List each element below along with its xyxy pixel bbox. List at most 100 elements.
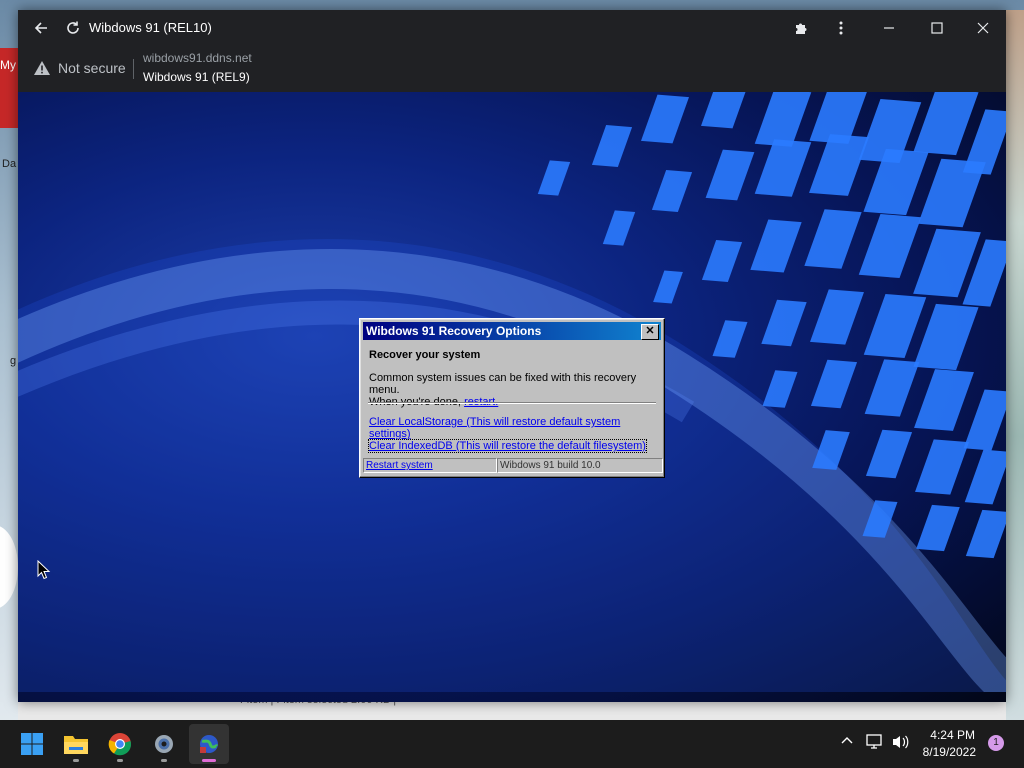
- wallpaper-tile: [964, 449, 1006, 505]
- wallpaper-tile: [712, 320, 748, 358]
- desktop-partial-label: My: [0, 58, 16, 72]
- wallpaper-tile: [754, 139, 812, 197]
- desktop-partial-label-da: Da: [2, 158, 17, 170]
- taskbar-chrome[interactable]: [100, 724, 140, 764]
- folder-icon: [64, 736, 88, 754]
- wallpaper-tile: [640, 94, 690, 144]
- address-divider: [133, 59, 134, 79]
- dialog-body-line1: Common system issues can be fixed with t…: [369, 372, 637, 396]
- wallpaper-tile: [537, 160, 571, 196]
- window-titlebar[interactable]: Wibdows 91 (REL10): [18, 10, 1006, 46]
- wallpaper-tile: [810, 359, 858, 409]
- wallpaper-tile: [762, 370, 798, 408]
- minimize-button[interactable]: [874, 10, 904, 46]
- warning-icon: [34, 61, 50, 75]
- windows-start-icon: [21, 733, 43, 755]
- tray-overflow-button[interactable]: [840, 734, 854, 751]
- arrow-left-icon: [34, 22, 47, 34]
- wallpaper-tile: [913, 92, 979, 156]
- more-vertical-icon: [839, 21, 843, 35]
- wallpaper-tile: [701, 240, 743, 282]
- maximize-icon: [931, 22, 943, 34]
- clock-time[interactable]: 4:24 PM: [925, 728, 975, 742]
- wallpaper-tile: [804, 209, 862, 269]
- globe-app-icon: [200, 735, 219, 753]
- dialog-heading: Recover your system: [369, 349, 481, 361]
- wallpaper-tile: [651, 170, 693, 212]
- site-title: Wibdows 91 (REL9): [143, 70, 250, 84]
- wallpaper-tile: [864, 359, 920, 417]
- wallpaper-tile: [705, 149, 755, 201]
- wallpaper-tile: [653, 270, 683, 304]
- minimize-icon: [884, 27, 894, 29]
- running-indicator: [161, 759, 167, 762]
- notification-badge[interactable]: 1: [988, 735, 1004, 751]
- extensions-button[interactable]: [786, 10, 816, 46]
- dialog-titlebar[interactable]: Wibdows 91 Recovery Options ✕: [363, 322, 661, 340]
- wallpaper-tile: [858, 213, 922, 279]
- wallpaper-tile: [913, 303, 979, 371]
- network-icon: [866, 734, 882, 749]
- dialog-statusbar: Restart system Wibdows 91 build 10.0: [363, 458, 663, 473]
- wallpaper-tile: [916, 504, 960, 552]
- wallpaper-tile: [862, 500, 898, 538]
- taskbar-file-explorer[interactable]: [56, 724, 96, 764]
- wallpaper-tile: [602, 210, 636, 246]
- wallpaper-tile: [965, 509, 1006, 559]
- start-button[interactable]: [12, 724, 52, 764]
- wallpaper-tile: [918, 158, 986, 228]
- tray-volume-button[interactable]: [892, 734, 910, 753]
- taskbar: 4:24 PM 8/19/2022 1: [0, 720, 1024, 768]
- wallpaper-tile: [761, 299, 807, 347]
- site-url[interactable]: wibdows91.ddns.net: [143, 51, 252, 65]
- security-indicator[interactable]: Not secure: [34, 58, 126, 78]
- dialog-close-button[interactable]: ✕: [641, 324, 659, 340]
- build-info: Wibdows 91 build 10.0: [497, 458, 663, 473]
- wallpaper-tile: [810, 289, 864, 345]
- desktop-partial-shape: [0, 525, 18, 609]
- wallpaper-tile: [812, 430, 850, 470]
- security-label: Not secure: [58, 60, 126, 76]
- taskbar-settings[interactable]: [144, 724, 184, 764]
- wallpaper-tile: [809, 134, 869, 196]
- desktop-partial-label-g: g: [10, 355, 17, 367]
- reload-button[interactable]: [58, 10, 88, 46]
- clear-localstorage-link[interactable]: Clear LocalStorage (This will restore de…: [369, 416, 664, 440]
- wallpaper-tile: [754, 92, 812, 147]
- wallpaper-tile: [915, 439, 969, 495]
- running-indicator: [117, 759, 123, 762]
- wallpaper-tile: [700, 92, 750, 129]
- gear-icon: [155, 735, 173, 753]
- puzzle-icon: [796, 23, 807, 34]
- desktop-wallpaper-edge: [1006, 10, 1024, 720]
- restart-system-link[interactable]: Restart system: [363, 458, 497, 473]
- clear-indexeddb-link[interactable]: Clear IndexedDB (This will restore the d…: [368, 439, 647, 453]
- wallpaper-tile: [591, 125, 633, 167]
- window-title: Wibdows 91 (REL10): [89, 20, 212, 35]
- back-button[interactable]: [26, 10, 56, 46]
- wallpaper-tile: [750, 219, 802, 273]
- close-icon: [977, 22, 989, 34]
- background-window-statusbar: [18, 702, 1006, 722]
- speaker-icon: [893, 735, 909, 749]
- dialog-separator: [368, 402, 656, 404]
- chrome-icon: [108, 733, 132, 756]
- recovery-options-dialog: Wibdows 91 Recovery Options ✕ Recover yo…: [359, 318, 665, 478]
- browser-app-window: Wibdows 91 (REL10) Not secure wibdows91.…: [18, 10, 1006, 702]
- close-button[interactable]: [968, 10, 998, 46]
- web-content: Wibdows 91 Recovery Options ✕ Recover yo…: [18, 92, 1006, 702]
- active-indicator: [202, 759, 216, 762]
- wallpaper-tile: [865, 429, 913, 479]
- dialog-title: Wibdows 91 Recovery Options: [366, 324, 542, 338]
- taskbar-wibdows-app[interactable]: [189, 724, 229, 764]
- tray-network-button[interactable]: [866, 734, 884, 753]
- address-bar[interactable]: Not secure wibdows91.ddns.net Wibdows 91…: [18, 46, 1006, 92]
- chevron-up-icon: [841, 737, 853, 744]
- more-menu-button[interactable]: [826, 10, 856, 46]
- clock-date[interactable]: 8/19/2022: [918, 745, 976, 759]
- mouse-cursor-icon: [37, 560, 51, 580]
- maximize-button[interactable]: [922, 10, 952, 46]
- wallpaper-tile: [863, 293, 927, 359]
- wallpaper-tile: [963, 389, 1006, 451]
- wallpaper-tile: [914, 369, 974, 431]
